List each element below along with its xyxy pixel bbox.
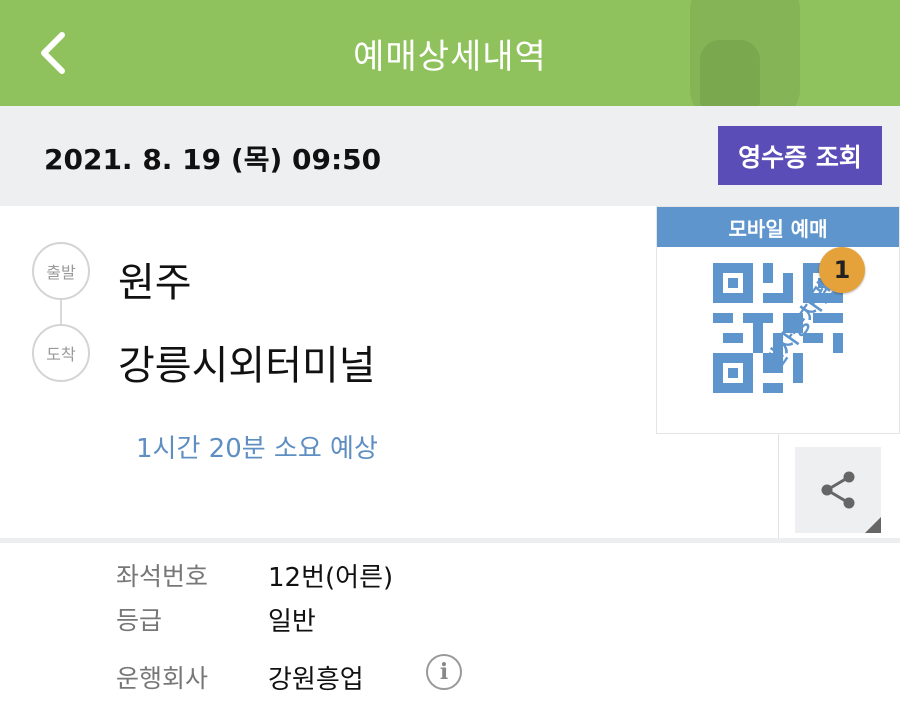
mobile-ticket-title: 모바일 예매 [657, 207, 899, 247]
receipt-button[interactable]: 영수증 조회 [718, 126, 882, 185]
estimated-duration: 1시간 20분 소요 예상 [136, 434, 378, 464]
app-header: 예매상세내역 [0, 0, 900, 106]
section-divider [0, 538, 900, 543]
grade-label: 등급 [116, 606, 163, 635]
grade-value: 일반 [268, 607, 316, 637]
info-icon[interactable]: i [426, 654, 462, 690]
operator-label: 운행회사 [116, 664, 209, 693]
header-background-figure-shadow [700, 40, 760, 106]
chevron-left-icon [41, 32, 65, 74]
departure-badge: 출발 [32, 242, 90, 300]
arrival-badge: 도착 [32, 324, 90, 382]
departure-station: 원주 [118, 260, 192, 306]
share-button[interactable] [795, 447, 881, 533]
seat-value: 12번(어른) [268, 563, 394, 593]
mobile-ticket-card[interactable]: 모바일 예매 1 전자승차권 [656, 206, 900, 434]
share-corner-marker [865, 517, 881, 533]
arrival-station: 강릉시외터미널 [118, 343, 376, 389]
vertical-divider [778, 434, 779, 538]
departure-datetime: 2021. 8. 19 (목) 09:50 [44, 143, 382, 176]
seat-label: 좌석번호 [116, 562, 209, 591]
share-icon [821, 471, 855, 509]
operator-value: 강원흥업 [268, 665, 364, 695]
back-button[interactable] [28, 26, 78, 80]
